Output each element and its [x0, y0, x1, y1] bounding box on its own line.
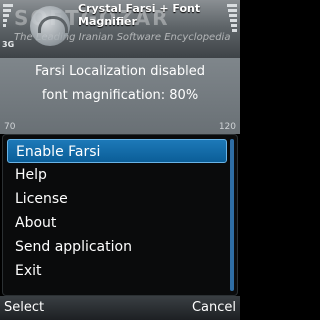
network-type-label: 3G: [2, 40, 15, 49]
menu-scroll-thumb[interactable]: [230, 139, 234, 291]
softkey-bar: Select Cancel: [0, 296, 240, 320]
localization-status-text: Farsi Localization disabled: [35, 64, 205, 79]
app-title: Crystal Farsi + Font Magnifier: [78, 2, 201, 28]
scale-max-label: 120: [218, 122, 236, 132]
menu-item-enable-farsi[interactable]: Enable Farsi: [7, 139, 227, 163]
main-content: Farsi Localization disabled font magnifi…: [0, 58, 240, 134]
menu-item-exit[interactable]: Exit: [7, 259, 227, 283]
scale-min-label: 70: [4, 122, 16, 132]
signal-strength-icon: [3, 4, 13, 40]
menu-scrollbar[interactable]: [230, 139, 234, 291]
font-magnification-text: font magnification: 80%: [41, 88, 199, 103]
menu-item-license[interactable]: License: [7, 187, 227, 211]
menu-item-help[interactable]: Help: [7, 163, 227, 187]
menu-item-about[interactable]: About: [7, 211, 227, 235]
menu-item-send-application[interactable]: Send application: [7, 235, 227, 259]
title-bar: 3G SOFTGOZAR The Leading Iranian Softwar…: [0, 0, 240, 58]
select-softkey[interactable]: Select: [4, 300, 44, 315]
options-menu: Enable Farsi Help License About Send app…: [2, 134, 238, 296]
battery-level-icon: [227, 4, 237, 48]
crystal-farsi-app-icon: [30, 6, 70, 46]
cancel-softkey[interactable]: Cancel: [192, 300, 236, 315]
